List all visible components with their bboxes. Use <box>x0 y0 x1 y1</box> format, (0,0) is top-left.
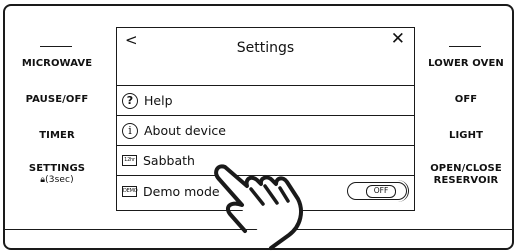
light-button[interactable]: LIGHT <box>420 130 512 142</box>
settings-button[interactable]: SETTINGS 🔒︎(3sec) <box>14 163 100 185</box>
settings-label: SETTINGS <box>28 163 86 174</box>
reservoir-label: RESERVOIR <box>433 175 499 186</box>
menu-item-label: Sabbath <box>143 153 195 168</box>
close-icon[interactable]: ✕ <box>391 30 405 48</box>
info-icon: i <box>122 122 138 139</box>
open-close-label: OPEN/CLOSE <box>430 163 502 174</box>
demo-icon: DEMO <box>122 185 138 197</box>
screen-title: Settings <box>236 40 295 56</box>
pointing-hand-icon <box>214 164 303 250</box>
12hr-icon: 12hr <box>122 155 137 166</box>
settings-hold-hint: 🔒︎(3sec) <box>40 175 74 185</box>
menu-item-label: About device <box>144 123 226 138</box>
pause-off-button[interactable]: PAUSE/OFF <box>14 94 100 106</box>
lower-oven-indicator-bar <box>449 46 481 47</box>
menu-item-label: Help <box>144 93 173 108</box>
demo-mode-toggle[interactable]: OFF <box>347 180 409 202</box>
lower-oven-button[interactable]: LOWER OVEN <box>420 58 512 70</box>
menu-item-help[interactable]: ? Help <box>117 86 414 116</box>
microwave-button[interactable]: MICROWAVE <box>14 58 100 70</box>
open-close-reservoir-button[interactable]: OPEN/CLOSE RESERVOIR <box>420 163 512 187</box>
menu-item-about-device[interactable]: i About device <box>117 116 414 146</box>
microwave-indicator-bar <box>40 46 72 47</box>
toggle-state-label: OFF <box>366 185 396 198</box>
screen-header: < Settings ✕ <box>117 28 414 86</box>
timer-button[interactable]: TIMER <box>14 130 100 142</box>
off-button[interactable]: OFF <box>420 94 512 106</box>
question-icon: ? <box>122 92 138 109</box>
